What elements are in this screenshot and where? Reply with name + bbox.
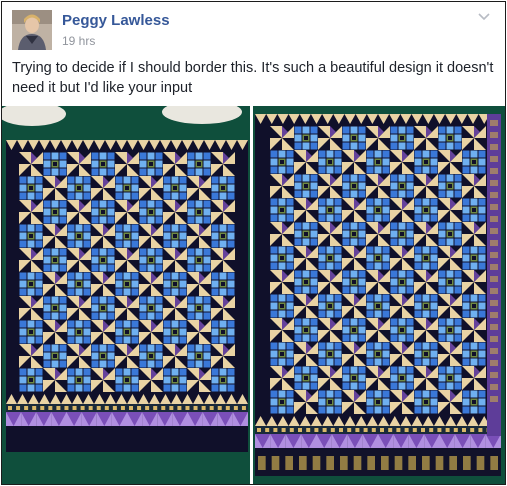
author-name[interactable]: Peggy Lawless (62, 12, 170, 29)
chevron-down-icon[interactable] (477, 12, 491, 22)
post-header: Peggy Lawless 19 hrs (2, 2, 505, 54)
quilt-photo-image (253, 106, 505, 484)
post-card: Peggy Lawless 19 hrs Trying to decide if… (1, 1, 506, 485)
avatar[interactable] (12, 10, 52, 50)
post-timestamp[interactable]: 19 hrs (62, 34, 95, 48)
photo-grid (2, 106, 505, 484)
quilt-photo-image (2, 106, 250, 484)
avatar-image (12, 10, 52, 50)
photo-quilt-with-border[interactable] (253, 106, 505, 484)
photo-quilt-without-border[interactable] (2, 106, 250, 484)
post-body-text: Trying to decide if I should border this… (12, 60, 494, 96)
